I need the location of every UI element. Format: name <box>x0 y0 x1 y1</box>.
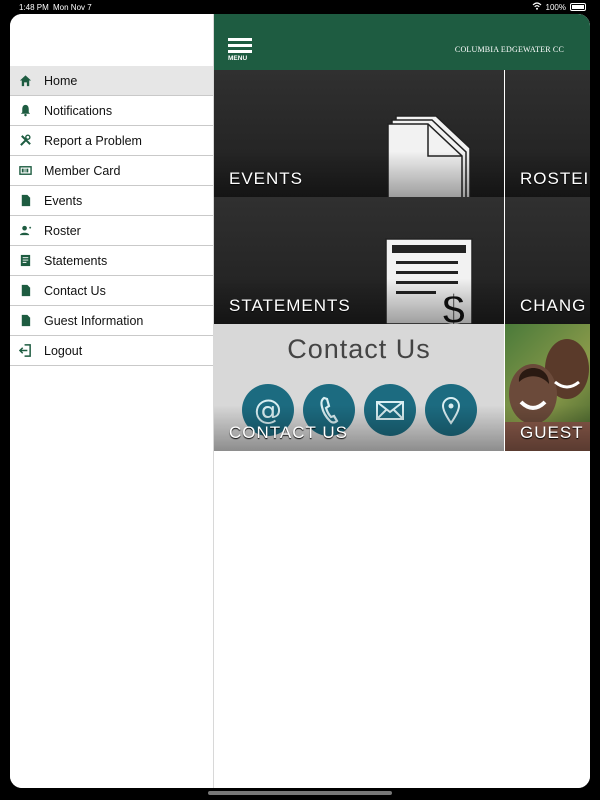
battery-icon <box>570 3 586 11</box>
sidebar-item-label: Member Card <box>44 163 121 178</box>
tile-label: STATEMENTS <box>229 296 351 315</box>
sidebar-item-home[interactable]: Home <box>10 66 213 96</box>
menu-icon-bar <box>228 50 252 53</box>
sidebar-item-label: Logout <box>44 343 83 358</box>
sidebar-item-label: Events <box>44 193 83 208</box>
tile-contact-us[interactable]: Contact Us @ CONTACT US <box>214 324 504 451</box>
tools-icon <box>18 134 32 148</box>
club-name: COLUMBIA EDGEWATER CC <box>454 45 564 54</box>
sidebar-item-events[interactable]: Events <box>10 186 213 216</box>
sidebar-item-notifications[interactable]: Notifications <box>10 96 213 126</box>
sidebar-item-guest-information[interactable]: Guest Information <box>10 306 213 336</box>
side-drawer: Home Notifications Report a Problem Memb… <box>10 14 214 788</box>
tile-statements[interactable]: $ STATEMENTS <box>214 197 504 324</box>
battery-percent: 100% <box>545 2 566 12</box>
menu-button[interactable]: MENU <box>228 38 254 64</box>
contact-heading: Contact Us <box>287 334 431 364</box>
app-screen: Home Notifications Report a Problem Memb… <box>10 14 590 788</box>
home-indicator[interactable] <box>208 791 392 795</box>
menu-icon <box>228 38 252 41</box>
document-icon <box>18 284 32 298</box>
tile-label: ROSTEI <box>520 169 590 188</box>
tile-label: CHANG <box>520 296 587 315</box>
status-time: 1:48 PM <box>19 3 49 12</box>
document-icon <box>18 314 32 328</box>
top-bar: MENU COLUMBIA EDGEWATER CC <box>214 14 590 70</box>
tile-label: EVENTS <box>229 169 304 188</box>
document-icon <box>18 194 32 208</box>
sidebar-item-label: Notifications <box>44 103 113 118</box>
sidebar-item-logout[interactable]: Logout <box>10 336 213 366</box>
wifi-icon <box>532 2 542 12</box>
status-bar: 1:48 PM Mon Nov 7 100% <box>0 0 600 14</box>
sidebar-item-report-a-problem[interactable]: Report a Problem <box>10 126 213 156</box>
people-icon <box>18 224 32 238</box>
tile-guest[interactable]: GUEST <box>505 324 590 451</box>
menu-label: MENU <box>228 55 248 62</box>
tile-label: CONTACT US <box>229 423 348 442</box>
tile-events[interactable]: EVENTS <box>214 70 504 197</box>
statement-icon <box>18 254 32 268</box>
main-content: MENU COLUMBIA EDGEWATER CC EVENTS ROSTEI <box>214 14 590 788</box>
sidebar-item-statements[interactable]: Statements <box>10 246 213 276</box>
home-icon <box>18 74 32 88</box>
sidebar-item-roster[interactable]: Roster <box>10 216 213 246</box>
logout-icon <box>18 344 32 358</box>
sidebar-item-label: Home <box>44 73 78 88</box>
bell-icon <box>18 104 32 118</box>
sidebar-item-label: Contact Us <box>44 283 106 298</box>
sidebar-item-label: Guest Information <box>44 313 144 328</box>
tile-change[interactable]: CHANG <box>505 197 590 324</box>
status-date: Mon Nov 7 <box>53 3 92 12</box>
sidebar-item-label: Report a Problem <box>44 133 142 148</box>
sidebar-item-label: Statements <box>44 253 108 268</box>
sidebar-item-label: Roster <box>44 223 81 238</box>
card-icon <box>18 164 32 178</box>
sidebar-item-member-card[interactable]: Member Card <box>10 156 213 186</box>
menu-icon-bar <box>228 44 252 47</box>
sidebar-item-contact-us[interactable]: Contact Us <box>10 276 213 306</box>
tile-label: GUEST <box>520 423 584 442</box>
tile-roster[interactable]: ROSTEI <box>505 70 590 197</box>
status-right: 100% <box>532 2 586 12</box>
